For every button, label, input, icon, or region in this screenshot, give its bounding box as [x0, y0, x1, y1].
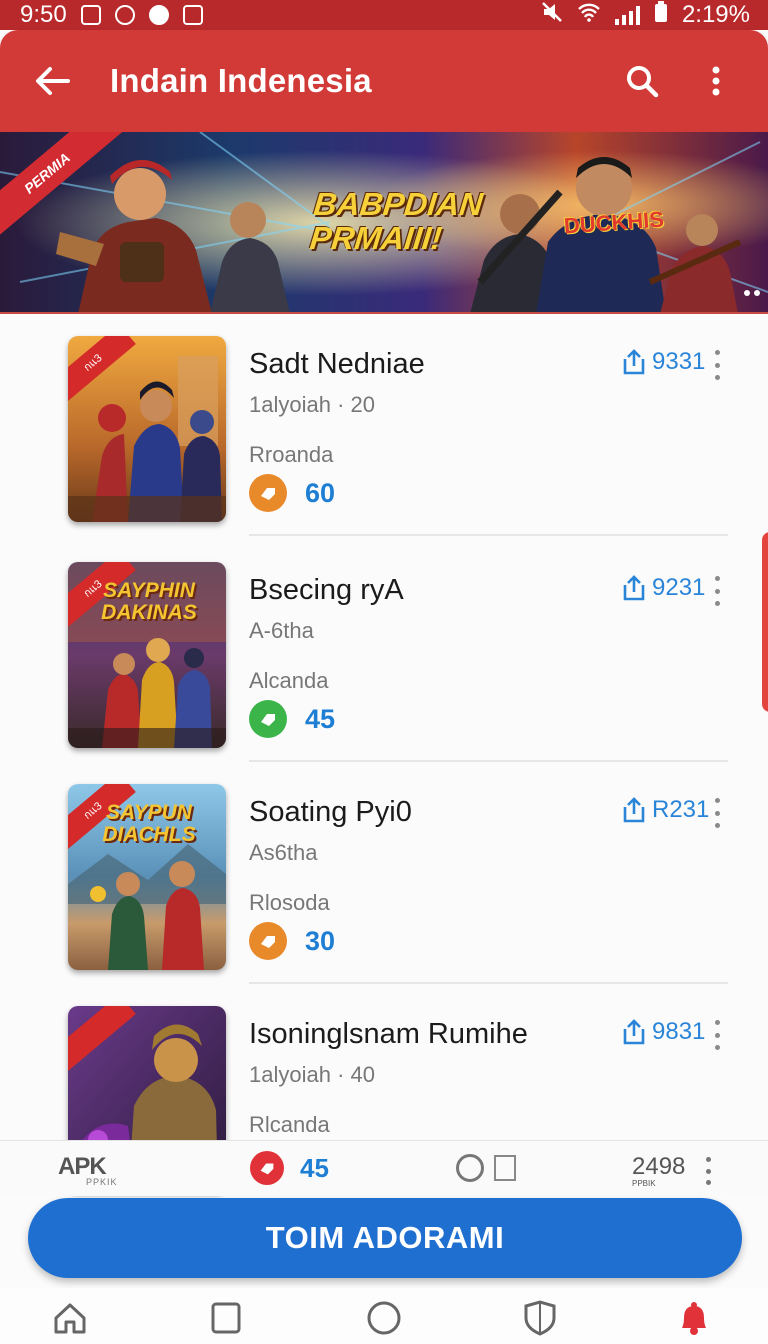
search-icon — [627, 66, 659, 98]
apk-logo: APK PPKIK — [58, 1153, 118, 1187]
bottom-info-bar: APK PPKIK 45 2498 PPBIK — [0, 1140, 768, 1196]
home-button[interactable] — [46, 1296, 94, 1340]
game-thumbnail[interactable]: กแ3 SAYPHIN DAKINAS — [68, 562, 226, 748]
game-subtitle: As6tha — [249, 840, 318, 865]
like-button[interactable]: 9231 — [622, 574, 705, 602]
info-score: 45 — [250, 1151, 329, 1185]
item-more-button[interactable] — [712, 350, 722, 380]
document-icon[interactable] — [494, 1155, 516, 1181]
rating-badge-icon — [250, 1151, 284, 1185]
game-category: Rlcanda — [249, 1112, 330, 1137]
app-bar: Indain Indenesia — [0, 30, 768, 132]
alert-button[interactable] — [670, 1296, 718, 1340]
divider — [249, 534, 728, 536]
primary-action-button[interactable]: TOIM ADORAMI — [28, 1198, 742, 1278]
circle-icon — [367, 1301, 401, 1335]
rating-badge-icon — [249, 700, 287, 738]
banner-headline: BABPDIAN PRMAIII! — [308, 186, 485, 256]
info-more-button[interactable] — [704, 1157, 712, 1185]
share-icon — [623, 349, 645, 375]
recents-button[interactable] — [202, 1296, 250, 1340]
shield-button[interactable] — [516, 1296, 564, 1340]
game-category: Rlosoda — [249, 890, 330, 915]
shield-icon — [524, 1300, 556, 1336]
game-title[interactable]: Sadt Nedniae — [249, 348, 425, 381]
battery-percent: 2:19% — [681, 1, 750, 28]
status-right: 2:19% — [541, 0, 750, 30]
promo-banner[interactable]: PERMIA BABPDIAN PRMAIII! DUCKHIS — [0, 132, 768, 314]
gallery-icon — [182, 5, 203, 25]
record-icon — [148, 5, 169, 25]
like-count: R231 — [652, 796, 710, 823]
like-count: 9331 — [652, 348, 706, 375]
like-button[interactable]: 9831 — [622, 1018, 705, 1046]
arrow-left-icon — [36, 67, 70, 95]
circle-icon[interactable] — [456, 1154, 484, 1182]
item-more-button[interactable] — [712, 1020, 722, 1050]
info-count-sub: PPBIK — [632, 1179, 656, 1188]
game-thumbnail[interactable]: กแ3 — [68, 336, 226, 522]
info-score-value: 45 — [300, 1152, 329, 1183]
navigation-bar — [0, 1288, 768, 1344]
sync-icon — [114, 5, 135, 25]
banner-badge: DUCKHIS — [563, 206, 665, 239]
game-score: 60 — [305, 477, 336, 508]
wifi-icon — [577, 1, 601, 29]
battery-icon — [654, 0, 668, 30]
page-title: Indain Indenesia — [110, 62, 372, 99]
apk-logo-sub: PPKIK — [86, 1177, 118, 1187]
mute-icon — [541, 1, 563, 30]
game-thumbnail[interactable]: กแ3 SAYPUN DIACHLS — [68, 784, 226, 970]
share-icon — [623, 575, 645, 601]
app-screen: 9:50 2:19% Indain Indenesia PERMIA BABPD… — [0, 0, 768, 1344]
share-icon — [623, 1019, 645, 1045]
thumbnail-logo: SAYPUN DIACHLS — [102, 801, 196, 846]
signal-icon — [614, 5, 640, 25]
search-button[interactable] — [614, 53, 670, 109]
game-title[interactable]: Isoninglsnam Rumihe — [249, 1018, 528, 1051]
score-row: 30 — [249, 922, 335, 960]
game-subtitle: A-6tha — [249, 618, 314, 643]
game-category: Alcanda — [249, 668, 329, 693]
circle-button[interactable] — [360, 1296, 408, 1340]
info-count: 2498 PPBIK — [632, 1153, 685, 1188]
list-item[interactable]: กแ3 SAYPHIN DAKINAS Bsecing ryA A-6tha A… — [0, 540, 768, 762]
more-vert-icon — [712, 66, 720, 96]
share-icon — [623, 797, 645, 823]
game-score: 30 — [305, 925, 336, 956]
game-subtitle: 1alyoiah · 40 — [249, 1062, 375, 1087]
back-button[interactable] — [24, 53, 80, 109]
game-category: Rroanda — [249, 442, 334, 467]
list-item[interactable]: กแ3 SAYPUN DIACHLS Soating Pyi0 As6tha R… — [0, 762, 768, 984]
notification-icon — [80, 5, 101, 25]
bell-icon — [682, 1302, 706, 1335]
item-more-button[interactable] — [712, 798, 722, 828]
like-count: 9831 — [652, 1018, 706, 1045]
rating-badge-icon — [249, 922, 287, 960]
status-bar: 9:50 2:19% — [0, 0, 768, 30]
info-count-value: 2498 — [632, 1153, 686, 1180]
like-button[interactable]: R231 — [622, 796, 709, 824]
apk-logo-text: APK — [58, 1153, 107, 1180]
score-row: 45 — [249, 700, 335, 738]
banner-pager-dots[interactable] — [744, 290, 760, 296]
side-drawer-handle[interactable] — [762, 532, 768, 712]
square-icon — [211, 1302, 241, 1334]
more-options-button[interactable] — [688, 53, 744, 109]
thumbnail-logo: SAYPHIN DAKINAS — [101, 579, 197, 624]
rating-badge-icon — [249, 474, 287, 512]
like-count: 9231 — [652, 574, 706, 601]
item-more-button[interactable] — [712, 576, 722, 606]
list-item[interactable]: กแ3 Sadt Nedniae 1alyoiah · 20 Rroanda 6… — [0, 314, 768, 536]
status-left: 9:50 — [20, 1, 203, 29]
game-subtitle: 1alyoiah · 20 — [249, 392, 375, 417]
like-button[interactable]: 9331 — [622, 348, 705, 376]
game-title[interactable]: Bsecing ryA — [249, 574, 404, 607]
home-icon — [54, 1303, 86, 1334]
game-title[interactable]: Soating Pyi0 — [249, 796, 412, 829]
game-score: 45 — [305, 703, 336, 734]
score-row: 60 — [249, 474, 335, 512]
status-time: 9:50 — [20, 1, 67, 28]
